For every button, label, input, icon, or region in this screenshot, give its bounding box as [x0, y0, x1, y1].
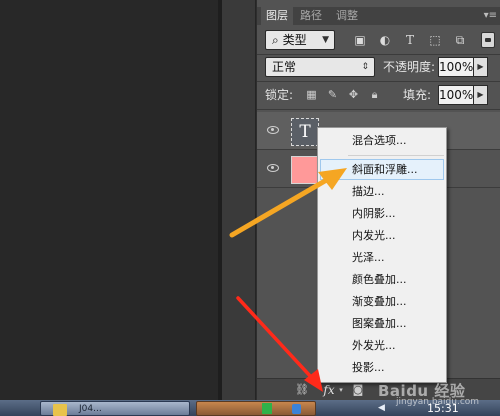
blend-mode-select[interactable]: 正常 ⇕: [265, 57, 375, 77]
menu-divider: [348, 155, 444, 156]
divider: [257, 54, 500, 55]
type-filter-icon[interactable]: T: [403, 33, 417, 47]
chevron-updown-icon: ⇕: [361, 62, 369, 72]
image-filter-icon[interactable]: ▣: [353, 33, 367, 47]
filter-toggle-switch[interactable]: [481, 32, 495, 48]
tab-adjustments[interactable]: 调整: [331, 7, 363, 25]
add-layer-style-fx-button[interactable]: fx: [321, 383, 337, 397]
layer-style-context-menu: 混合选项... 斜面和浮雕... 描边... 内阴影... 内发光... 光泽.…: [317, 127, 447, 383]
menu-item-inner-glow[interactable]: 内发光...: [320, 225, 444, 246]
chevron-down-icon: ▼: [322, 35, 329, 45]
opacity-label: 不透明度:: [383, 60, 436, 74]
baidu-watermark-url: jingyan.baidu.com: [396, 397, 480, 407]
menu-item-gradient-overlay[interactable]: 渐变叠加...: [320, 291, 444, 312]
search-icon: ⌕: [272, 33, 279, 47]
panel-tab-bar: 图层 路径 调整 ▾≡: [257, 7, 500, 25]
lock-image-pixels-icon[interactable]: ✎: [326, 88, 339, 101]
opacity-dropdown-arrow[interactable]: ▶: [474, 57, 488, 77]
tray-app-icon[interactable]: [262, 403, 272, 414]
link-layers-icon[interactable]: ⛓: [295, 383, 309, 397]
panel-dock-strip: [222, 0, 256, 400]
fill-input[interactable]: 100%: [438, 85, 474, 105]
menu-item-stroke[interactable]: 描边...: [320, 181, 444, 202]
tab-paths[interactable]: 路径: [295, 7, 327, 25]
menu-item-satin[interactable]: 光泽...: [320, 247, 444, 268]
fill-label: 填充:: [403, 88, 432, 102]
opacity-input[interactable]: 100%: [438, 57, 474, 77]
menu-item-bevel-emboss[interactable]: 斜面和浮雕...: [320, 159, 444, 180]
shape-filter-icon[interactable]: ⬚: [428, 33, 442, 47]
panel-menu-icon[interactable]: ▾≡: [484, 8, 497, 24]
fill-dropdown-arrow[interactable]: ▶: [474, 85, 488, 105]
color-fill-thumbnail: [291, 156, 319, 184]
menu-item-inner-shadow[interactable]: 内阴影...: [320, 203, 444, 224]
fx-dropdown-caret-icon: ▾: [339, 386, 343, 394]
lock-label: 锁定:: [265, 88, 294, 102]
layer-filter-kind-select[interactable]: ⌕ 类型 ▼: [265, 30, 335, 50]
filter-kind-label: 类型: [282, 33, 307, 47]
menu-item-outer-glow[interactable]: 外发光...: [320, 335, 444, 356]
document-canvas[interactable]: [0, 0, 218, 400]
menu-item-blending-options[interactable]: 混合选项...: [320, 130, 444, 151]
smart-object-filter-icon[interactable]: ⧉: [453, 33, 467, 47]
tray-shield-icon[interactable]: [292, 404, 301, 414]
folder-icon: [53, 404, 67, 416]
eye-icon[interactable]: [267, 164, 279, 172]
menu-item-color-overlay[interactable]: 颜色叠加...: [320, 269, 444, 290]
menu-item-drop-shadow[interactable]: 投影...: [320, 357, 444, 378]
taskbar-button-label: J04...: [79, 404, 102, 414]
lock-transparent-pixels-icon[interactable]: ▦: [305, 88, 318, 101]
lock-position-icon[interactable]: ✥: [347, 88, 360, 101]
menu-item-pattern-overlay[interactable]: 图案叠加...: [320, 313, 444, 334]
blend-mode-value: 正常: [272, 60, 297, 74]
adjustment-filter-icon[interactable]: ◐: [378, 33, 392, 47]
volume-icon[interactable]: ◀: [378, 403, 388, 413]
taskbar-explorer-button[interactable]: J04...: [40, 401, 190, 416]
add-mask-icon[interactable]: ◙: [351, 383, 365, 397]
divider: [257, 81, 500, 82]
eye-icon[interactable]: [267, 126, 279, 134]
lock-all-icon[interactable]: 🔒︎: [368, 88, 381, 101]
divider: [257, 109, 500, 110]
text-layer-thumbnail: T: [291, 118, 319, 146]
tab-layers[interactable]: 图层: [261, 7, 293, 25]
